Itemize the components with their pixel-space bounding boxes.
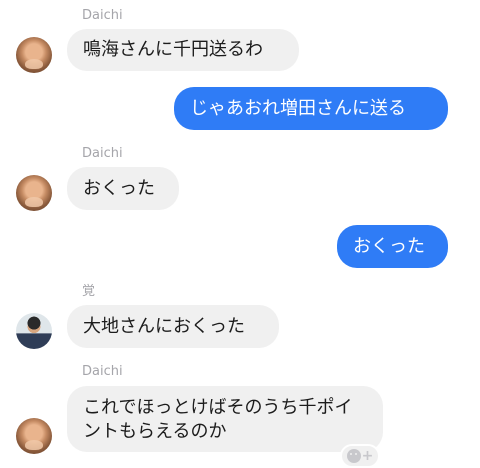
plus-icon: + xyxy=(361,448,374,464)
message-bubble-incoming[interactable]: おくった xyxy=(67,167,179,210)
avatar-daichi[interactable] xyxy=(16,175,52,211)
add-reaction-icon xyxy=(346,449,361,463)
message-bubble-outgoing[interactable]: おくった xyxy=(337,225,448,268)
sender-name: Daichi xyxy=(82,8,123,23)
sender-name: Daichi xyxy=(82,364,123,379)
message-bubble-outgoing[interactable]: じゃあおれ増田さんに送る xyxy=(174,87,448,130)
avatar-satoru[interactable] xyxy=(16,313,52,349)
add-reaction-button[interactable]: + xyxy=(340,444,380,468)
message-bubble-incoming[interactable]: これでほっとけばそのうち千ポイントもらえるのか xyxy=(67,386,383,452)
message-bubble-incoming[interactable]: 鳴海さんに千円送るわ xyxy=(67,29,299,71)
message-bubble-incoming[interactable]: 大地さんにおくった xyxy=(67,305,279,348)
avatar-daichi[interactable] xyxy=(16,37,52,73)
sender-name: Daichi xyxy=(82,146,123,161)
sender-name: 覚 xyxy=(82,284,96,299)
avatar-daichi[interactable] xyxy=(16,418,52,454)
